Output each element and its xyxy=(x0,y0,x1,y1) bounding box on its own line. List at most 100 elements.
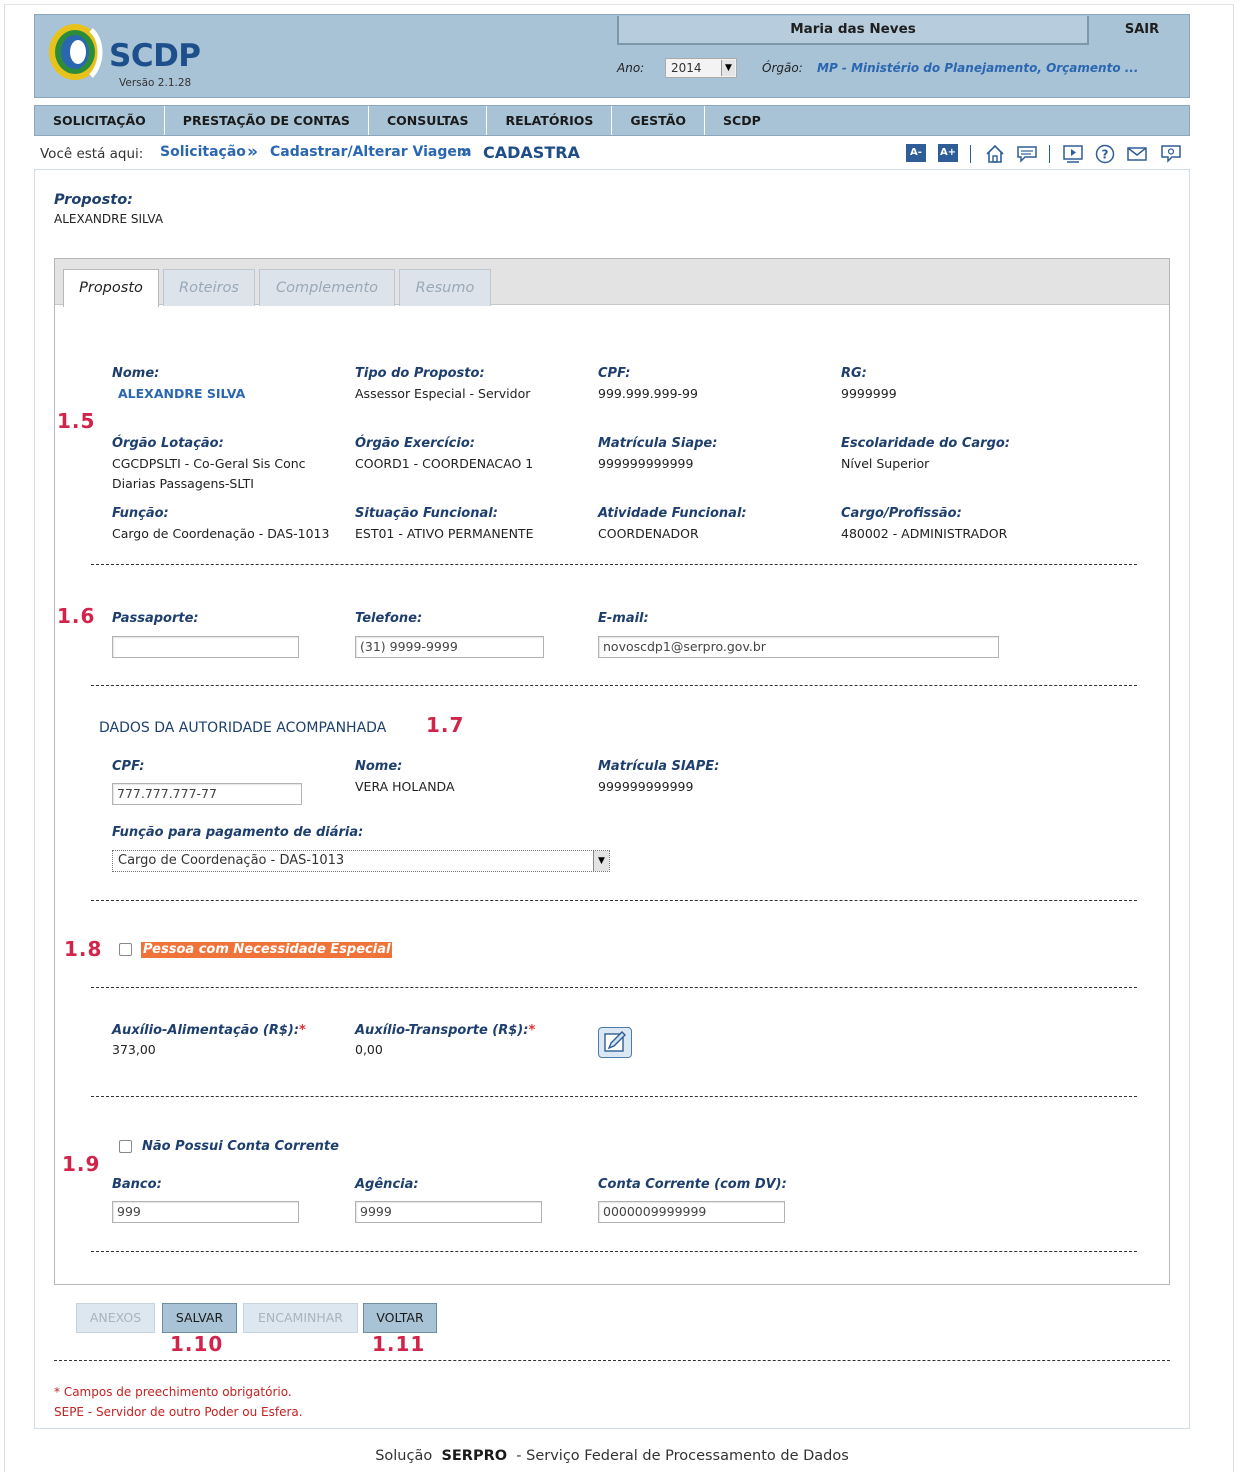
salvar-button[interactable]: SALVAR xyxy=(162,1303,237,1333)
font-decrease-button[interactable]: A- xyxy=(906,144,926,162)
mail-icon[interactable] xyxy=(1126,143,1148,165)
anexos-button[interactable]: ANEXOS xyxy=(76,1303,155,1333)
required-fields-note: * Campos de preechimento obrigatório. xyxy=(54,1385,292,1399)
auxilio-alimentacao-value: 373,00 xyxy=(112,1042,156,1057)
autoridade-cpf-label: CPF: xyxy=(112,759,145,774)
ano-value: 2014 xyxy=(671,61,702,75)
necessidade-especial-checkbox[interactable] xyxy=(119,943,132,956)
home-icon[interactable] xyxy=(984,143,1006,165)
auxilio-transporte-label: Auxílio-Transporte (R$):* xyxy=(355,1023,535,1038)
footer-suffix: - Serviço Federal de Processamento de Da… xyxy=(516,1448,849,1464)
footer-prefix: Solução xyxy=(375,1448,433,1464)
autoridade-cpf-input[interactable]: 777.777.777-77 xyxy=(112,783,302,805)
passaporte-input[interactable] xyxy=(112,636,299,658)
menu-item-solicitacao[interactable]: SOLICITAÇÃO xyxy=(35,106,165,135)
scdp-logo-icon xyxy=(49,24,103,80)
toolbar-divider xyxy=(970,145,971,163)
tipo-proposto-label: Tipo do Proposto: xyxy=(355,366,485,381)
email-input[interactable]: novoscdp1@serpro.gov.br xyxy=(598,636,999,658)
conta-corrente-input[interactable]: 0000009999999 xyxy=(598,1201,785,1223)
menu-item-prestacao-de-contas[interactable]: PRESTAÇÃO DE CONTAS xyxy=(165,106,369,135)
edit-icon xyxy=(604,1031,626,1052)
sepe-note: SEPE - Servidor de outro Poder ou Esfera… xyxy=(54,1405,303,1419)
form-panel: Proposto Roteiros Complemento Resumo 1.5… xyxy=(54,258,1170,1285)
tipo-proposto-value: Assessor Especial - Servidor xyxy=(355,386,531,401)
conta-corrente-label: Conta Corrente (com DV): xyxy=(598,1177,787,1192)
font-increase-button[interactable]: A+ xyxy=(938,144,958,162)
logout-button[interactable]: SAIR xyxy=(1095,16,1189,45)
tab-complemento[interactable]: Complemento xyxy=(259,269,395,306)
edit-auxilio-button[interactable] xyxy=(598,1027,632,1058)
section-number: 1.9 xyxy=(62,1152,101,1176)
necessidade-especial-label: Pessoa com Necessidade Especial xyxy=(141,942,393,958)
chevron-down-icon[interactable]: ▼ xyxy=(593,851,609,871)
breadcrumb-separator-icon: » xyxy=(247,142,258,162)
orgao-lotacao-value-line2: Diarias Passagens-SLTI xyxy=(112,476,254,491)
app-version: Versão 2.1.28 xyxy=(119,77,192,89)
toolbar-divider xyxy=(1049,145,1050,163)
divider xyxy=(91,987,1137,988)
situacao-funcional-label: Situação Funcional: xyxy=(355,506,498,521)
autoridade-matricula-value: 999999999999 xyxy=(598,779,694,794)
encaminhar-button[interactable]: ENCAMINHAR xyxy=(243,1303,358,1333)
agencia-label: Agência: xyxy=(355,1177,419,1192)
sem-conta-corrente-checkbox[interactable] xyxy=(119,1140,132,1153)
menu-item-gestao[interactable]: GESTÃO xyxy=(612,106,706,135)
orgao-label: Órgão: xyxy=(762,61,803,75)
voltar-button[interactable]: VOLTAR xyxy=(363,1303,437,1333)
matricula-siape-label: Matrícula Siape: xyxy=(598,436,718,451)
footer-brand[interactable]: SERPRO xyxy=(441,1448,507,1464)
cpf-label: CPF: xyxy=(598,366,631,381)
auxilio-alimentacao-label: Auxílio-Alimentação (R$):* xyxy=(112,1023,306,1038)
divider xyxy=(91,1251,1137,1252)
section-number: 1.5 xyxy=(57,409,96,433)
tab-proposto[interactable]: Proposto xyxy=(63,269,159,307)
tab-roteiros[interactable]: Roteiros xyxy=(163,269,255,306)
breadcrumb-link-viagem[interactable]: Cadastrar/Alterar Viagem xyxy=(270,144,471,160)
main-menu: SOLICITAÇÃO PRESTAÇÃO DE CONTAS CONSULTA… xyxy=(34,105,1190,136)
autoridade-section-title: DADOS DA AUTORIDADE ACOMPANHADA xyxy=(99,720,387,736)
user-name: Maria das Neves xyxy=(617,16,1089,45)
funcao-pagamento-value: Cargo de Coordenação - DAS-1013 xyxy=(118,853,345,868)
banco-label: Banco: xyxy=(112,1177,162,1192)
orgao-link[interactable]: MP - Ministério do Planejamento, Orçamen… xyxy=(817,61,1138,75)
escolaridade-label: Escolaridade do Cargo: xyxy=(841,436,1010,451)
menu-item-scdp[interactable]: SCDP xyxy=(705,106,779,135)
breadcrumb-link-solicitacao[interactable]: Solicitação xyxy=(160,144,246,160)
scdp-logo[interactable]: SCDP Versão 2.1.28 xyxy=(45,20,225,94)
email-label: E-mail: xyxy=(598,611,649,626)
escolaridade-value: Nível Superior xyxy=(841,456,930,471)
section-number: 1.11 xyxy=(372,1332,426,1356)
divider xyxy=(91,1096,1137,1097)
breadcrumb-separator-icon: » xyxy=(460,142,471,162)
menu-item-consultas[interactable]: CONSULTAS xyxy=(369,106,488,135)
orgao-exercicio-value: COORD1 - COORDENACAO 1 xyxy=(355,456,534,471)
autoridade-matricula-label: Matrícula SIAPE: xyxy=(598,759,720,774)
orgao-lotacao-value: CGCDPSLTI - Co-Geral Sis Conc xyxy=(112,456,306,471)
autoridade-nome-label: Nome: xyxy=(355,759,403,774)
feedback-icon[interactable] xyxy=(1160,143,1182,165)
sem-conta-corrente-label: Não Possui Conta Corrente xyxy=(142,1139,339,1154)
funcao-pagamento-label: Função para pagamento de diária: xyxy=(112,825,364,840)
agencia-input[interactable]: 9999 xyxy=(355,1201,542,1223)
passaporte-label: Passaporte: xyxy=(112,611,199,626)
menu-item-relatorios[interactable]: RELATÓRIOS xyxy=(487,106,613,135)
video-icon[interactable] xyxy=(1062,143,1084,165)
banco-input[interactable]: 999 xyxy=(112,1201,299,1223)
svg-text:?: ? xyxy=(1102,148,1109,162)
chat-icon[interactable] xyxy=(1016,143,1038,165)
funcao-pagamento-select[interactable]: Cargo de Coordenação - DAS-1013 ▼ xyxy=(112,850,610,872)
ano-select[interactable]: 2014 ▼ xyxy=(665,58,737,78)
nome-label: Nome: xyxy=(112,366,160,381)
page: SCDP Versão 2.1.28 Maria das Neves SAIR … xyxy=(34,14,1190,1472)
telefone-input[interactable]: (31) 9999-9999 xyxy=(355,636,544,658)
rg-label: RG: xyxy=(841,366,867,381)
tab-resumo[interactable]: Resumo xyxy=(399,269,491,306)
toolbar: A- A+ ? xyxy=(906,143,1196,165)
cpf-value: 999.999.999-99 xyxy=(598,386,698,401)
section-number: 1.8 xyxy=(64,937,103,961)
chevron-down-icon[interactable]: ▼ xyxy=(721,60,735,76)
header: SCDP Versão 2.1.28 Maria das Neves SAIR … xyxy=(34,14,1190,98)
telefone-label: Telefone: xyxy=(355,611,423,626)
help-icon[interactable]: ? xyxy=(1094,143,1116,165)
